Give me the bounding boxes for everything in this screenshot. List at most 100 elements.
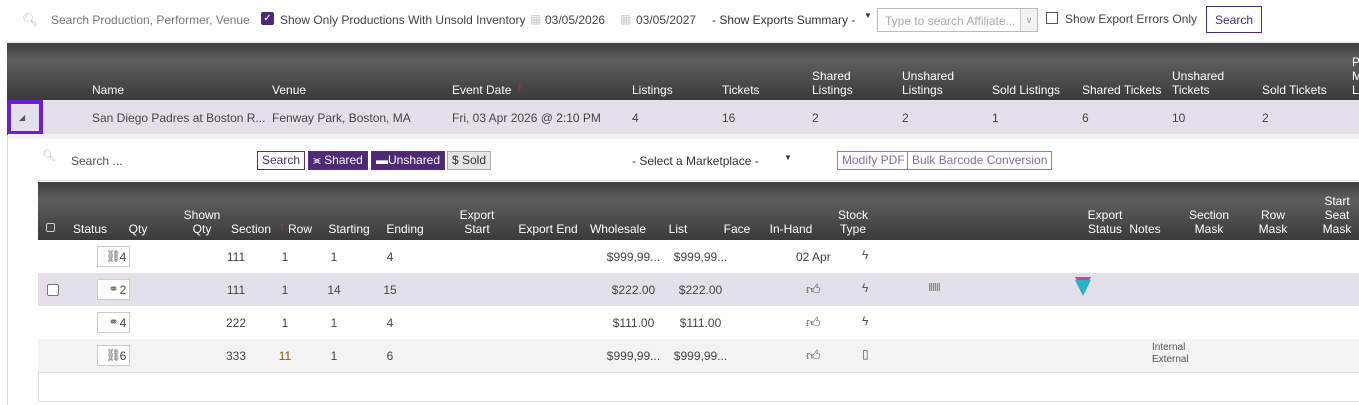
affiliate-search-input[interactable]: Type to search Affiliate... ∨	[877, 8, 1038, 32]
cell-start: 1	[330, 349, 338, 363]
listing-row[interactable]: ⚭ 2 111 1 14 15 $222.00 $222.00 👍︎ ϟ	[38, 273, 1359, 306]
cell-wholesale: $999,99...	[606, 349, 661, 363]
production-cell: 2	[902, 111, 909, 125]
share-icon: ⪤	[313, 153, 321, 167]
minus-icon: ▬	[376, 153, 388, 167]
chevron-down-icon[interactable]: ∨	[1020, 9, 1037, 31]
cell-row: 1	[281, 250, 289, 264]
column-header-shared-listings[interactable]: Shared Listings	[812, 69, 853, 97]
cell-section: 111	[226, 250, 246, 264]
listing-search-input[interactable]: Search ...	[71, 154, 122, 168]
column-header-name[interactable]: Name	[92, 83, 124, 97]
cell-qty: 4	[119, 316, 127, 330]
production-cell: 10	[1172, 111, 1186, 125]
column-header-export-end[interactable]: Export End	[510, 222, 586, 236]
marketplace-select[interactable]: - Select a Marketplace -	[632, 154, 759, 168]
column-header-event-date[interactable]: Event Date	[452, 83, 511, 97]
column-header-shared-tickets[interactable]: Shared Tickets	[1082, 83, 1161, 97]
sold-button[interactable]: $ Sold	[447, 151, 492, 170]
column-header-row-mask[interactable]: Row Mask	[1243, 208, 1303, 236]
row-checkbox[interactable]	[47, 284, 59, 296]
export-errors-checkbox[interactable]	[1046, 12, 1058, 24]
barcode-icon[interactable]	[929, 283, 940, 291]
column-header-starting[interactable]: Starting	[319, 222, 379, 236]
search-button[interactable]: Search	[1206, 6, 1262, 33]
lightning-icon: ϟ	[862, 314, 869, 328]
cell-list: $999,99...	[673, 349, 728, 363]
production-cell: 1	[992, 111, 999, 125]
column-header-p-m-l[interactable]: P M L	[1352, 55, 1359, 97]
modify-pdf-button[interactable]: Modify PDF	[837, 151, 910, 170]
affiliate-placeholder: Type to search Affiliate...	[885, 14, 1016, 28]
shared-label: Shared	[324, 153, 363, 167]
exports-summary-select[interactable]: - Show Exports Summary -	[712, 13, 855, 27]
dropdown-arrow-icon: ▼	[864, 11, 872, 20]
cell-start: 1	[330, 316, 338, 330]
cell-end: 4	[386, 316, 394, 330]
cell-end: 6	[386, 349, 394, 363]
cell-section: 333	[225, 349, 247, 363]
cell-qty: 2	[119, 283, 127, 297]
production-search-input[interactable]: Search Production, Performer, Venue	[51, 13, 250, 27]
date-to-input[interactable]: 03/05/2027	[636, 13, 696, 27]
column-header-in-hand[interactable]: In-Hand	[761, 222, 821, 236]
select-all-checkbox[interactable]	[46, 223, 55, 232]
cell-qty: 4	[119, 250, 127, 264]
production-cell: 2	[812, 111, 819, 125]
expand-row-button[interactable]: ◢	[7, 100, 43, 135]
column-header-start-seat-mask[interactable]: Start Seat Mask	[1307, 194, 1359, 236]
column-header-qty[interactable]: Qty	[108, 222, 168, 236]
cell-notes: Internal External	[1152, 342, 1189, 365]
production-cell: 2	[1262, 111, 1269, 125]
column-header-sold-listings[interactable]: Sold Listings	[992, 83, 1060, 97]
sort-ascending-icon: ↑	[517, 80, 523, 94]
dropdown-arrow-icon: ▼	[784, 153, 792, 162]
column-header-venue[interactable]: Venue	[272, 83, 306, 97]
unshared-label: Unshared	[388, 153, 441, 167]
cell-start: 14	[327, 283, 341, 297]
export-errors-label: Show Export Errors Only	[1065, 12, 1198, 26]
bulk-barcode-button[interactable]: Bulk Barcode Conversion	[907, 151, 1053, 170]
cell-row: 11	[278, 349, 292, 363]
thumbs-up-icon: 👍︎	[806, 314, 821, 330]
shared-button[interactable]: ⪤ Shared	[308, 151, 368, 170]
column-header-sold-tickets[interactable]: Sold Tickets	[1262, 83, 1327, 97]
search-icon: 🔍︎	[42, 150, 56, 162]
column-header-ending[interactable]: Ending	[375, 222, 435, 236]
listing-row[interactable]: ⛓︎ 6 333 11 1 6 $999,99... $999,99... 👍︎ ▯ Interna…	[38, 339, 1359, 372]
listing-search-button[interactable]: Search	[257, 151, 306, 170]
cell-wholesale: $222.00	[611, 283, 656, 297]
column-header-section-mask[interactable]: Section Mask	[1179, 208, 1239, 236]
column-header-listings[interactable]: Listings	[632, 83, 673, 97]
listing-row[interactable]: ⚭ 4 222 1 1 4 $111.00 $111.00 👍︎ ϟ	[38, 306, 1359, 339]
thumbs-up-icon: 👍︎	[806, 281, 821, 297]
unshared-button[interactable]: ▬Unshared	[371, 151, 446, 170]
lightning-icon: ϟ	[862, 248, 869, 262]
cell-wholesale: $999,99...	[606, 250, 661, 264]
production-cell: Fenway Park, Boston, MA	[272, 111, 411, 125]
cell-start: 1	[330, 250, 338, 264]
column-header-stock-type[interactable]: Stock Type	[823, 208, 883, 236]
column-header-notes[interactable]: Notes	[1115, 222, 1175, 236]
cell-section: 111	[226, 283, 246, 297]
productions-header: Name Venue Event Date ↑ Listings Tickets Share…	[7, 43, 1359, 100]
column-header-wholesale[interactable]: Wholesale	[580, 222, 656, 236]
production-cell: San Diego Padres at Boston R...	[92, 111, 266, 125]
production-row[interactable]: San Diego Padres at Boston R... Fenway Pa…	[7, 100, 1359, 134]
date-from-input[interactable]: 03/05/2026	[545, 13, 605, 27]
listing-row[interactable]: ⛓︎ 4 111 1 1 4 $999,99... $999,99... 02 Apr ϟ	[38, 240, 1359, 273]
column-header-face[interactable]: Face	[707, 222, 767, 236]
column-header-unshared-tickets[interactable]: Unshared Tickets	[1172, 69, 1224, 97]
listings-header: Status Qty Shown Qty Section Row ↑ Starting End…	[38, 182, 1359, 240]
column-header-export-start[interactable]: Export Start	[447, 208, 507, 236]
column-header-list[interactable]: List	[648, 222, 708, 236]
cell-row: 1	[281, 283, 289, 297]
column-header-unshared-listings[interactable]: Unshared Listings	[902, 69, 954, 97]
cell-list: $111.00	[679, 316, 722, 330]
production-cell: 16	[722, 111, 736, 125]
search-icon: 🔍︎	[22, 12, 39, 27]
production-cell: Fri, 03 Apr 2026 @ 2:10 PM	[452, 111, 601, 125]
cell-in-hand: 02 Apr	[796, 250, 831, 264]
column-header-tickets[interactable]: Tickets	[722, 83, 760, 97]
unsold-checkbox[interactable]: ✓	[261, 12, 274, 25]
